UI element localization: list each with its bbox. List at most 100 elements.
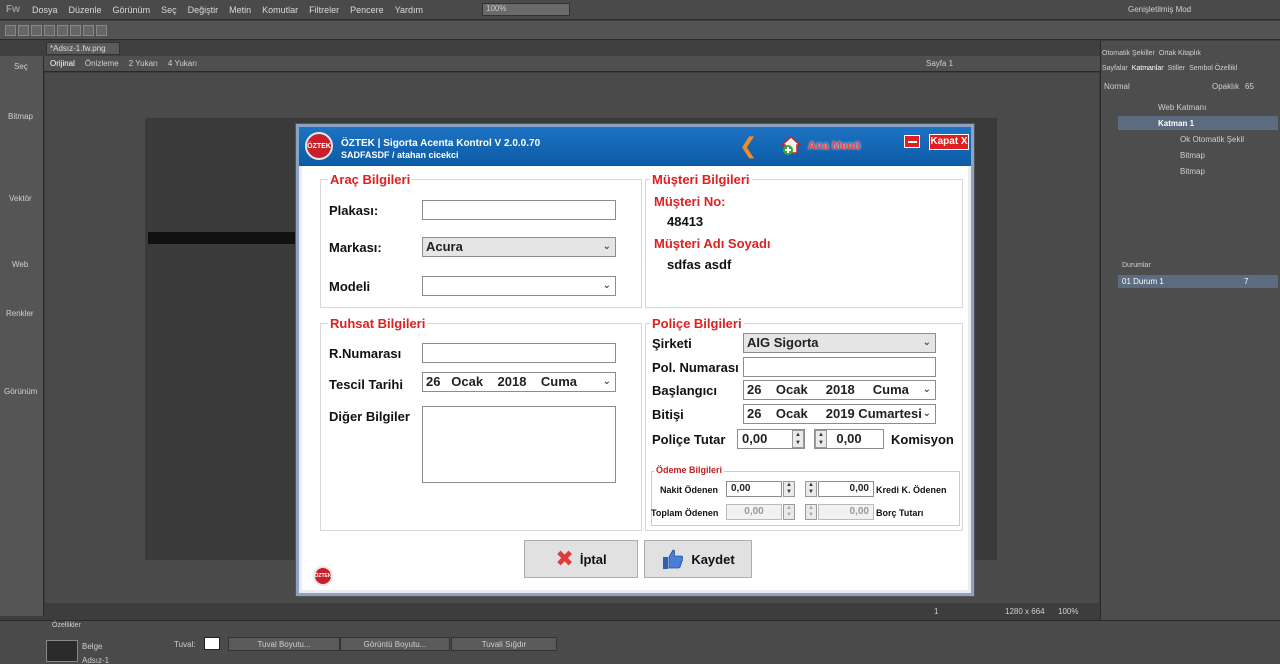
menu-dosya[interactable]: Dosya: [32, 5, 58, 15]
open-file-icon[interactable]: [18, 25, 29, 36]
image-size-button[interactable]: Görüntü Boyutu...: [340, 637, 450, 651]
props-tab[interactable]: Özellikler: [52, 622, 81, 629]
policy-no-label: Pol. Numarası: [652, 360, 739, 375]
editor-menu: Dosya Düzenle Görünüm Seç Değiştir Metin…: [32, 5, 434, 15]
credit-paid-spinner[interactable]: ▲ ▼: [805, 481, 817, 497]
customer-name-label: Müşteri Adı Soyadı: [654, 236, 771, 251]
model-select[interactable]: ⌄: [422, 276, 616, 296]
start-date-label: Başlangıcı: [652, 383, 718, 398]
canvas-color-swatch[interactable]: [204, 637, 220, 650]
cancel-label: İptal: [579, 551, 607, 567]
canvas-size-button[interactable]: Tuval Boyutu...: [228, 637, 340, 651]
opacity-label: Opaklık: [1212, 82, 1240, 91]
chevron-down-icon: ⌄: [922, 384, 931, 395]
toolbar-icons: [4, 24, 108, 37]
tools-bitmap: Bitmap: [8, 112, 33, 121]
cash-paid-input[interactable]: 0,00: [726, 481, 782, 497]
start-date-picker[interactable]: 26 Ocak 2018 Cuma ⌄: [743, 380, 936, 400]
menu-komutlar[interactable]: Komutlar: [262, 5, 298, 15]
license-no-label: R.Numarası: [329, 346, 402, 361]
tab-auto-shapes[interactable]: Otomatik Şekiller: [1102, 50, 1155, 57]
menu-yardim[interactable]: Yardım: [395, 5, 423, 15]
main-menu-link[interactable]: Ana Menü: [808, 140, 861, 152]
redo-icon[interactable]: [96, 25, 107, 36]
tools-sec: Seç: [14, 62, 28, 71]
opacity-value[interactable]: 65: [1245, 82, 1254, 91]
import-icon[interactable]: [44, 25, 55, 36]
document-tabs: [0, 41, 1100, 56]
customer-title: Müşteri Bilgileri: [650, 172, 752, 187]
cash-paid-spinner[interactable]: ▲ ▼: [783, 481, 795, 497]
dialog-titlebar: ÖZTEK ÖZTEK | Sigorta Acenta Kontrol V 2…: [299, 127, 971, 166]
props-name: Adsız-1: [82, 656, 110, 664]
back-arrow-icon[interactable]: ❮: [739, 135, 757, 157]
license-title: Ruhsat Bilgileri: [328, 316, 428, 331]
status-zoom[interactable]: 100%: [1058, 607, 1078, 616]
tab-common-library[interactable]: Ortak Kitaplık: [1159, 50, 1201, 57]
state-row[interactable]: 01 Durum 1: [1122, 277, 1164, 286]
fit-canvas-button[interactable]: Tuvali Sığdır: [451, 637, 557, 651]
other-info-textarea[interactable]: [422, 406, 616, 483]
tab-pages[interactable]: Sayfalar: [1102, 65, 1128, 72]
dialog-body: Araç Bilgileri Plakası: Markası: Acura ⌄ …: [302, 166, 968, 590]
zoom-field[interactable]: 100%: [482, 3, 570, 16]
thumbs-up-icon: [663, 549, 684, 569]
plate-input[interactable]: [422, 200, 616, 220]
tab-layers[interactable]: Katmanlar: [1132, 65, 1164, 72]
states-tab[interactable]: Durumlar: [1122, 262, 1151, 269]
menu-pencere[interactable]: Pencere: [350, 5, 384, 15]
license-no-input[interactable]: [422, 343, 616, 363]
page-label[interactable]: Sayfa 1: [926, 59, 953, 68]
cancel-button[interactable]: ✖ İptal: [524, 540, 638, 578]
view-2up[interactable]: 2 Yukarı: [129, 59, 158, 68]
policy-no-input[interactable]: [743, 357, 936, 377]
menu-degistir[interactable]: Değiştir: [188, 5, 219, 15]
blend-mode[interactable]: Normal: [1104, 82, 1130, 91]
new-file-icon[interactable]: [5, 25, 16, 36]
view-4up[interactable]: 4 Yukarı: [168, 59, 197, 68]
layer-bitmap-2[interactable]: Bitmap: [1180, 167, 1205, 176]
registration-date-picker[interactable]: 26 Ocak 2018 Cuma ⌄: [422, 372, 616, 392]
tab-document[interactable]: *Adsız-1.fw.png: [46, 42, 120, 55]
menu-metin[interactable]: Metin: [229, 5, 251, 15]
menu-sec[interactable]: Seç: [161, 5, 177, 15]
brand-label: Markası:: [329, 240, 382, 255]
print-icon[interactable]: [70, 25, 81, 36]
other-info-label: Diğer Bilgiler: [329, 409, 410, 424]
policy-amount-spinner[interactable]: ▲ ▼: [792, 430, 804, 448]
close-button[interactable]: Kapat X: [929, 134, 969, 150]
tools-vektor: Vektör: [9, 194, 32, 203]
tools-panel: [0, 56, 44, 616]
end-date-picker[interactable]: 26 Ocak 2019 Cumartesi ⌄: [743, 404, 936, 424]
policy-title: Poliçe Bilgileri: [650, 316, 744, 331]
minimize-button[interactable]: [904, 135, 920, 148]
tab-styles[interactable]: Stiller: [1168, 65, 1186, 72]
view-original[interactable]: Orijinal: [50, 59, 75, 68]
menu-duzenle[interactable]: Düzenle: [69, 5, 102, 15]
workspace-mode[interactable]: Genişletilmiş Mod: [1128, 5, 1191, 14]
commission-spinner[interactable]: ▲ ▼: [815, 430, 827, 448]
menu-filtreler[interactable]: Filtreler: [309, 5, 339, 15]
undo-icon[interactable]: [83, 25, 94, 36]
main-toolbar: [0, 21, 1280, 40]
menu-gorunum[interactable]: Görünüm: [113, 5, 151, 15]
layer-bitmap-1[interactable]: Bitmap: [1180, 151, 1205, 160]
cancel-x-icon: ✖: [555, 546, 574, 571]
credit-paid-input[interactable]: 0,00: [818, 481, 874, 497]
company-select[interactable]: AIG Sigorta ⌄: [743, 333, 936, 353]
save-button[interactable]: Kaydet: [644, 540, 752, 578]
cash-paid-label: Nakit Ödenen: [660, 485, 719, 495]
view-modes: Orijinal Önizleme 2 Yukarı 4 Yukarı: [50, 59, 197, 68]
layer-arrow-shape[interactable]: Ok Otomatik Şekil: [1180, 135, 1244, 144]
brand-select[interactable]: Acura ⌄: [422, 237, 616, 257]
home-icon[interactable]: [780, 134, 802, 156]
export-icon[interactable]: [57, 25, 68, 36]
view-preview[interactable]: Önizleme: [85, 59, 119, 68]
total-paid-spinner: ▲ ▼: [783, 504, 795, 520]
layer-web[interactable]: Web Katmanı: [1158, 103, 1206, 112]
tab-symbol-props[interactable]: Sembol Özellikl: [1189, 65, 1237, 72]
layer-katman1[interactable]: Katman 1: [1158, 119, 1194, 128]
chevron-down-icon: ⌄: [922, 408, 931, 419]
save-icon[interactable]: [31, 25, 42, 36]
debt-label: Borç Tutarı: [876, 508, 924, 518]
